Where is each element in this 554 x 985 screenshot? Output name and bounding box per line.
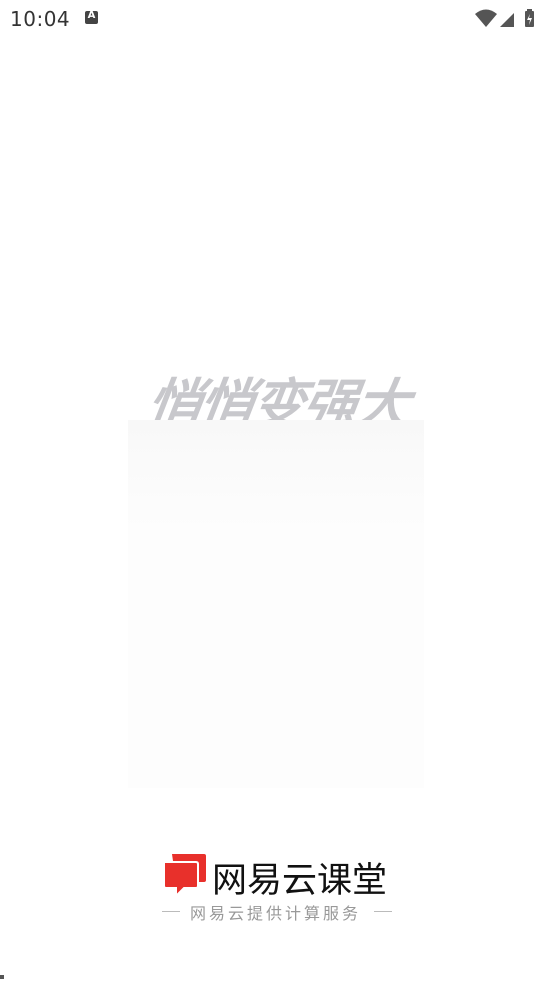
- signal-icon: [500, 13, 514, 27]
- brand-footer: 网易云课堂 网易云提供计算服务: [0, 844, 554, 924]
- tagline-right-divider: [374, 911, 392, 912]
- brand-tagline-row: 网易云提供计算服务: [160, 900, 394, 923]
- splash-image-area: [128, 420, 424, 788]
- battery-charging-icon: [525, 9, 534, 27]
- brand-tagline: 网易云提供计算服务: [190, 904, 362, 923]
- status-icons: [474, 7, 544, 29]
- tagline-left-divider: [162, 911, 180, 912]
- splash-screen: 10:04 悄悄变强大: [0, 0, 554, 985]
- a-icon: [85, 10, 98, 24]
- chat-bubble-logo-icon: [163, 854, 206, 898]
- status-bar: 10:04: [0, 0, 554, 38]
- status-time: 10:04: [10, 7, 71, 31]
- corner-mark: [0, 975, 4, 979]
- brand-name: 网易云课堂: [212, 861, 388, 901]
- wifi-icon: [475, 9, 497, 27]
